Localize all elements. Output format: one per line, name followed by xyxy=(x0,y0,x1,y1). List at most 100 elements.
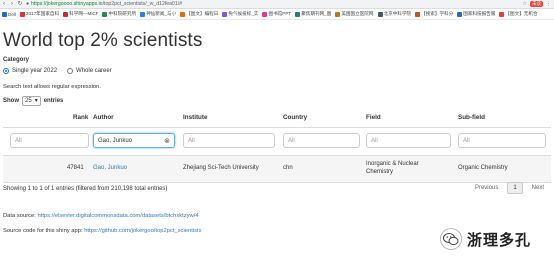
lock-icon: ● xyxy=(26,1,30,7)
source-code-link[interactable]: https://github.com/jokergoo/top2pct_scie… xyxy=(84,228,201,234)
results-table: Rank Author Institute Country Field Sub-… xyxy=(3,110,551,183)
bookmark-item[interactable]: 2017年国家自科 xyxy=(19,11,60,17)
clear-icon[interactable]: ⊗ xyxy=(164,137,170,145)
regex-hint: Search text allows regular expression. xyxy=(3,84,101,90)
filter-rank[interactable]: All xyxy=(10,133,89,148)
menu-icon[interactable]: ⋮ xyxy=(546,1,551,7)
reload-icon[interactable]: ↻ xyxy=(16,0,24,8)
data-source-link[interactable]: https://elsevier.digitalcommonsdata.com/… xyxy=(37,213,198,219)
filter-author[interactable]: Gao, Junkuo ⊗ xyxy=(93,133,175,148)
column-header-rank[interactable]: Rank xyxy=(73,114,88,121)
cell-country: chn xyxy=(283,165,293,171)
show-entries: Show 25 ▾ entries xyxy=(3,96,63,106)
filter-field-value: All xyxy=(371,137,378,144)
cell-subfield: Organic Chemistry xyxy=(458,165,508,171)
filter-row: All Gao, Junkuo ⊗ All All All All xyxy=(3,128,551,156)
profile-badge[interactable]: 未读 xyxy=(530,1,543,7)
cell-rank: 47841 xyxy=(67,165,84,171)
filter-field[interactable]: All xyxy=(366,133,451,148)
filter-country[interactable]: All xyxy=(283,133,360,148)
data-source-line: Data source: https://elsevier.digitalcom… xyxy=(3,213,199,219)
page-1-button[interactable]: 1 xyxy=(507,182,523,194)
column-header-author[interactable]: Author xyxy=(93,114,114,121)
url-host: https://jokergoooo.shinyapps.io xyxy=(31,1,103,7)
pagination: Previous 1 Next xyxy=(475,182,544,194)
url-field[interactable]: https://jokergoooo.shinyapps.io/top2pct_… xyxy=(31,1,182,7)
star-icon[interactable]: ☆ xyxy=(523,1,527,7)
bookmark-label: 神仙新闻_与小 xyxy=(146,11,177,16)
cell-field-line1: Inorganic & Nuclear xyxy=(366,161,419,167)
filter-institute[interactable]: All xyxy=(183,133,275,148)
bookmark-favicon-icon xyxy=(2,11,7,17)
entries-label: entries xyxy=(43,98,64,104)
bookmark-label: 【图文】无机合 xyxy=(505,11,538,16)
cell-field: Inorganic & Nuclear Chemistry xyxy=(366,160,419,176)
bookmark-label: 免气候投标_实 xyxy=(228,11,259,16)
bookmark-item[interactable]: 美国国立医院网 xyxy=(335,11,374,17)
radio-single-year[interactable] xyxy=(3,68,9,74)
bookmark-favicon-icon xyxy=(295,11,301,17)
column-header-institute[interactable]: Institute xyxy=(183,114,208,121)
filter-rank-value: All xyxy=(15,137,22,144)
bookmark-label: 美国国立医院网 xyxy=(341,11,374,16)
bookmark-favicon-icon xyxy=(457,11,463,17)
radio-single-year-label[interactable]: Single year 2022 xyxy=(12,68,57,74)
filter-author-value: Gao, Junkuo xyxy=(98,137,133,144)
column-header-country[interactable]: Country xyxy=(283,114,307,121)
radio-whole-career-label[interactable]: Whole career xyxy=(76,68,112,74)
next-button[interactable]: Next xyxy=(532,185,544,191)
bookmark-favicon-icon xyxy=(377,11,383,17)
bookmark-item[interactable]: 聚焦期刊网_图 xyxy=(295,11,331,17)
cell-author-link[interactable]: Gao, Junkuo xyxy=(93,164,127,172)
bookmark-item[interactable]: 图书馆PPT xyxy=(262,11,291,17)
bookmark-favicon-icon xyxy=(222,11,228,17)
bookmark-favicon-icon xyxy=(262,11,268,17)
bookmark-label: 科学网—MiCF xyxy=(69,11,99,16)
cell-field-line2: Chemistry xyxy=(366,169,394,175)
wechat-icon xyxy=(440,228,462,250)
bookmark-label: 中科院研究所 xyxy=(108,11,137,16)
filter-subfield[interactable]: All xyxy=(458,133,546,148)
bookmark-favicon-icon xyxy=(102,11,108,17)
table-info: Showing 1 to 1 of 1 entries (filtered fr… xyxy=(3,186,168,192)
bookmark-item[interactable]: Dell xyxy=(2,11,16,17)
bookmark-label: 北京中科学院 xyxy=(383,11,412,16)
watermark-text: 浙理多孔 xyxy=(466,230,531,249)
bookmark-item[interactable]: 【搜索】学科分 xyxy=(415,11,453,17)
page-content: World top 2% scientists Category Single … xyxy=(3,20,551,260)
filter-institute-value: All xyxy=(188,137,195,144)
column-header-field[interactable]: Field xyxy=(366,114,381,121)
bookmark-favicon-icon xyxy=(415,11,421,17)
column-header-subfield[interactable]: Sub-field xyxy=(458,114,485,121)
previous-button[interactable]: Previous xyxy=(475,185,498,191)
bookmark-item[interactable]: 国家科技报告服 xyxy=(457,11,495,17)
bookmark-label: 图书馆PPT xyxy=(268,11,292,16)
bookmark-item[interactable]: 北京中科学院 xyxy=(377,11,412,17)
radio-whole-career[interactable] xyxy=(67,68,74,74)
back-icon[interactable]: ‹ xyxy=(0,0,8,8)
bookmark-label: 国家科技报告服 xyxy=(463,11,496,16)
bookmark-label: 【图文】编程日 xyxy=(186,11,219,16)
bookmark-label: 2017年国家自科 xyxy=(25,11,60,16)
category-radio-group: Single year 2022 Whole career xyxy=(3,68,122,74)
page-title: World top 2% scientists xyxy=(3,30,203,51)
url-path: /top2pct_scientists/_w_d12fea01/# xyxy=(102,1,183,7)
source-code-label: Source code for this shiny app: xyxy=(3,228,85,234)
bookmark-item[interactable]: 【图文】无机合 xyxy=(499,11,538,17)
bookmark-item[interactable]: 免气候投标_实 xyxy=(222,11,258,17)
address-bar: ‹ › ↻ ● https://jokergoooo.shinyapps.io/… xyxy=(0,0,554,9)
forward-icon[interactable]: › xyxy=(8,0,16,8)
bookmark-item[interactable]: 科学网—MiCF xyxy=(63,11,98,17)
bookmark-item[interactable]: 【图文】编程日 xyxy=(180,11,218,17)
address-bar-actions: ☆ 未读 ⋮ xyxy=(523,1,554,7)
table-row: 47841 Gao, Junkuo Zhejiang Sci-Tech Univ… xyxy=(3,156,551,183)
filter-subfield-value: All xyxy=(463,137,470,144)
filter-country-value: All xyxy=(288,137,295,144)
bookmark-favicon-icon xyxy=(140,11,146,17)
category-label: Category xyxy=(3,57,30,63)
source-code-line: Source code for this shiny app: https://… xyxy=(3,228,202,234)
bookmark-item[interactable]: 中科院研究所 xyxy=(102,11,136,17)
bookmark-favicon-icon xyxy=(180,11,186,17)
bookmark-item[interactable]: 神仙新闻_与小 xyxy=(140,11,176,17)
entries-select[interactable]: 25 ▾ xyxy=(22,96,41,106)
